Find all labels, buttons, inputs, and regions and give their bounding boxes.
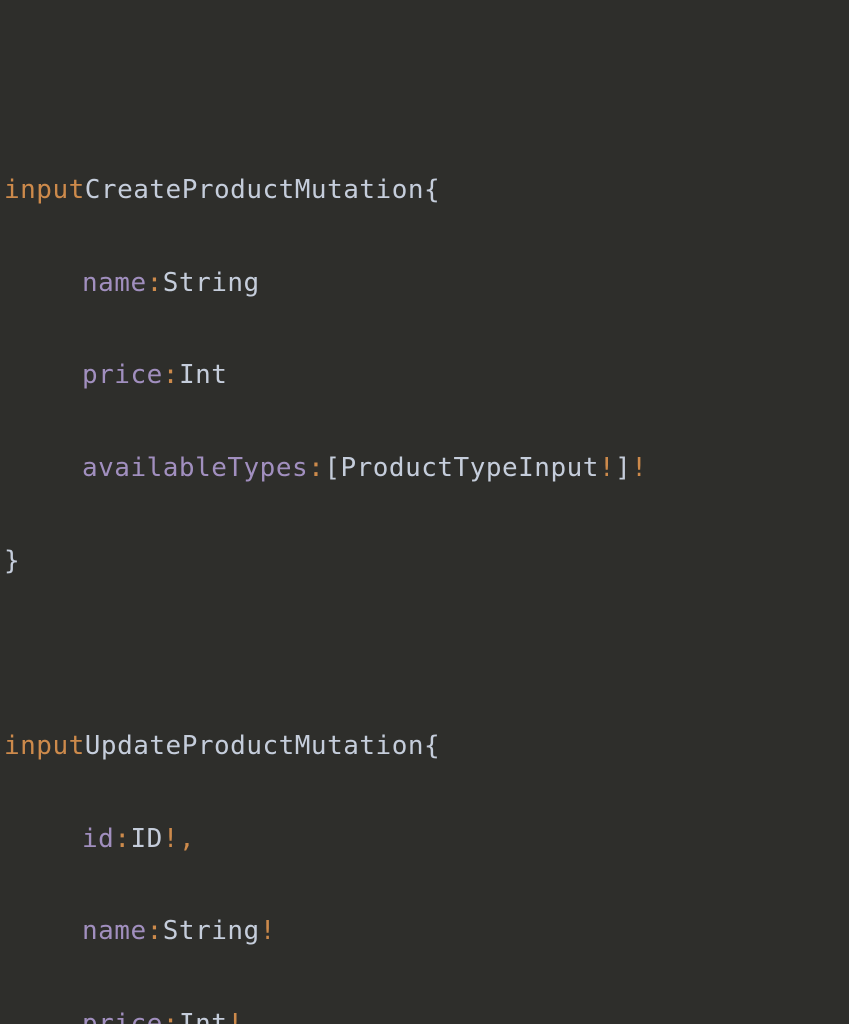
field-name: name <box>82 268 147 299</box>
code-line[interactable]: input UpdateProductMutation { <box>4 715 849 777</box>
brace-open: { <box>424 731 440 762</box>
colon: : <box>308 453 324 484</box>
field-name: price <box>82 360 163 391</box>
field-name: id <box>82 824 114 855</box>
type-name: CreateProductMutation <box>85 175 424 206</box>
code-line[interactable]: price: Int <box>4 345 849 407</box>
code-line[interactable]: price: Int! <box>4 993 849 1024</box>
field-name: price <box>82 1009 163 1024</box>
brace-open: { <box>424 175 440 206</box>
comma: , <box>179 824 195 855</box>
colon: : <box>163 360 179 391</box>
type-ref: String <box>163 268 260 299</box>
code-line[interactable]: } <box>4 530 849 592</box>
type-name: UpdateProductMutation <box>85 731 424 762</box>
code-line[interactable]: id: ID!, <box>4 808 849 870</box>
bang: ! <box>163 824 179 855</box>
keyword: input <box>4 175 85 206</box>
colon: : <box>163 1009 179 1024</box>
colon: : <box>147 268 163 299</box>
brace-close: } <box>4 546 20 577</box>
bracket-close: ] <box>615 453 631 484</box>
colon: : <box>147 916 163 947</box>
code-line[interactable]: name: String! <box>4 901 849 963</box>
code-line[interactable]: availableTypes: [ProductTypeInput!]! <box>4 437 849 499</box>
field-name: availableTypes <box>82 453 308 484</box>
type-ref: ID <box>130 824 162 855</box>
bang: ! <box>599 453 615 484</box>
blank-line <box>4 623 849 685</box>
keyword: input <box>4 731 85 762</box>
type-ref: ProductTypeInput <box>340 453 598 484</box>
bang: ! <box>631 453 647 484</box>
code-block: input CreateProductMutation { name: Stri… <box>4 129 849 1024</box>
bang: ! <box>260 916 276 947</box>
colon: : <box>114 824 130 855</box>
field-name: name <box>82 916 147 947</box>
bang: ! <box>227 1009 243 1024</box>
type-ref: String <box>163 916 260 947</box>
bracket-open: [ <box>324 453 340 484</box>
code-line[interactable]: input CreateProductMutation { <box>4 159 849 221</box>
type-ref: Int <box>179 360 227 391</box>
code-line[interactable]: name: String <box>4 252 849 314</box>
type-ref: Int <box>179 1009 227 1024</box>
